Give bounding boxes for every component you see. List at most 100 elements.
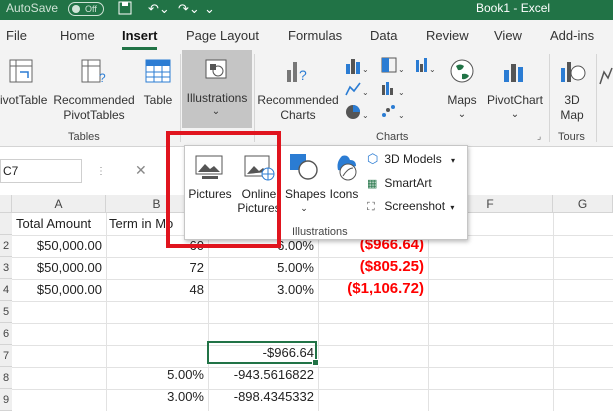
tables-group-label: Tables bbox=[68, 131, 100, 143]
3d-map-icon bbox=[561, 62, 586, 82]
illustrations-group-label: Illustrations bbox=[292, 226, 348, 238]
name-box[interactable]: C7 bbox=[0, 159, 82, 183]
row-header[interactable]: 9 bbox=[0, 389, 12, 411]
redo-icon[interactable]: ↷⌄ bbox=[178, 1, 200, 17]
recommended-pivottables-icon: ? bbox=[81, 59, 106, 85]
cell-d3[interactable]: ($805.25) bbox=[318, 256, 424, 278]
svg-text:⌄: ⌄ bbox=[362, 88, 369, 97]
tab-home[interactable]: Home bbox=[60, 28, 95, 43]
gridline bbox=[428, 213, 429, 411]
table-icon bbox=[145, 59, 171, 83]
maps-chevron-icon: ⌄ bbox=[457, 109, 467, 120]
ribbon-separator bbox=[549, 54, 550, 142]
pie-chart-icon[interactable]: ⌄ bbox=[344, 102, 372, 122]
tab-view[interactable]: View bbox=[494, 28, 522, 43]
autosave-toggle[interactable]: Off bbox=[68, 2, 104, 16]
quick-access-more-icon[interactable]: ⌄ bbox=[204, 1, 215, 17]
dialog-launcher-icon[interactable]: ⌟ bbox=[537, 131, 541, 142]
illustrations-chevron-icon: ⌄ bbox=[211, 106, 221, 117]
svg-text:?: ? bbox=[99, 71, 106, 85]
corner-select-all[interactable] bbox=[0, 195, 12, 213]
cell-a3[interactable]: $50,000.00 bbox=[12, 257, 102, 279]
cell-d4[interactable]: ($1,106.72) bbox=[318, 278, 424, 300]
cell-a4[interactable]: $50,000.00 bbox=[12, 279, 102, 301]
ribbon-separator bbox=[596, 54, 597, 142]
row-header[interactable]: 8 bbox=[0, 367, 12, 389]
statistic-chart-icon[interactable]: ⌄ bbox=[380, 79, 408, 99]
tab-review[interactable]: Review bbox=[426, 28, 469, 43]
smartart-icon: ▦ bbox=[367, 178, 378, 190]
tab-add-ins[interactable]: Add-ins bbox=[550, 28, 594, 43]
shapes-label: Shapes bbox=[285, 187, 326, 201]
pivottable-icon bbox=[9, 59, 33, 83]
cell-c8[interactable]: -943.5616822 bbox=[208, 364, 314, 386]
smartart-button[interactable]: ▦ SmartArt bbox=[367, 176, 432, 191]
tab-insert[interactable]: Insert bbox=[122, 28, 158, 50]
row-header[interactable]: 2 bbox=[0, 235, 12, 257]
table-label: Table bbox=[143, 93, 173, 107]
cell-b4[interactable]: 48 bbox=[106, 279, 204, 301]
column-chart-icon[interactable]: ⌄ bbox=[344, 56, 372, 76]
cell-b8[interactable]: 5.00% bbox=[106, 364, 204, 386]
sparkline-icon[interactable] bbox=[599, 64, 613, 90]
cell-a1[interactable]: Total Amount bbox=[16, 213, 91, 235]
cell-a2[interactable]: $50,000.00 bbox=[12, 235, 102, 257]
name-box-dots-icon: ⋮ bbox=[96, 166, 106, 177]
screenshot-chevron-icon: ▾ bbox=[450, 203, 455, 212]
illustrations-label: Illustrations bbox=[186, 91, 248, 105]
icons-button[interactable]: Icons bbox=[325, 152, 363, 201]
shapes-icon bbox=[290, 154, 318, 180]
illustrations-button[interactable]: Illustrations ⌄ bbox=[182, 50, 252, 128]
column-header-g[interactable]: G bbox=[553, 195, 613, 213]
tab-page-layout[interactable]: Page Layout bbox=[186, 28, 259, 43]
tab-data[interactable]: Data bbox=[370, 28, 397, 43]
cell-c4[interactable]: 3.00% bbox=[208, 279, 314, 301]
ribbon-tabs: File Home Insert Page Layout Formulas Da… bbox=[0, 20, 613, 50]
cell-b3[interactable]: 72 bbox=[106, 257, 204, 279]
3d-map-label-2: Map bbox=[560, 108, 584, 122]
3d-models-label: 3D Models bbox=[384, 152, 442, 166]
recommended-pivottables-label-2: PivotTables bbox=[63, 108, 125, 122]
line-chart-icon[interactable]: ⌄ bbox=[344, 79, 372, 99]
gridline bbox=[553, 213, 554, 411]
cell-c7[interactable]: -$966.64 bbox=[208, 342, 314, 364]
hierarchy-chart-icon[interactable]: ⌄ bbox=[380, 56, 408, 76]
waterfall-chart-icon[interactable]: ⌄ bbox=[414, 56, 438, 76]
tab-file[interactable]: File bbox=[6, 28, 27, 43]
tab-formulas[interactable]: Formulas bbox=[288, 28, 342, 43]
illustrations-icon bbox=[205, 59, 227, 79]
charts-group-label: Charts bbox=[376, 131, 409, 143]
row-header[interactable]: 7 bbox=[0, 345, 12, 367]
shapes-button[interactable]: Shapes ⌄ bbox=[285, 152, 326, 215]
undo-icon[interactable]: ↶⌄ bbox=[148, 1, 170, 17]
document-title: Book1 - Excel bbox=[476, 1, 551, 15]
cell-c9[interactable]: -898.4345332 bbox=[208, 386, 314, 408]
cell-b9[interactable]: 3.00% bbox=[106, 386, 204, 408]
screenshot-button[interactable]: ⛶ Screenshot ▾ bbox=[367, 199, 454, 215]
row-header[interactable]: 3 bbox=[0, 257, 12, 279]
tours-group-label: Tours bbox=[558, 131, 585, 143]
row-header[interactable]: 4 bbox=[0, 279, 12, 301]
cell-c3[interactable]: 5.00% bbox=[208, 257, 314, 279]
3d-models-button[interactable]: ⬡ 3D Models ▾ bbox=[367, 152, 455, 168]
icons-label: Icons bbox=[329, 187, 359, 201]
svg-text:⌄: ⌄ bbox=[398, 65, 405, 74]
pivotchart-chevron-icon: ⌄ bbox=[510, 109, 520, 120]
cancel-formula-icon[interactable]: ✕ bbox=[135, 162, 147, 179]
pivotchart-label: PivotChart bbox=[486, 93, 544, 107]
ribbon-separator bbox=[254, 54, 255, 142]
save-icon[interactable] bbox=[118, 1, 132, 18]
row-header[interactable]: 5 bbox=[0, 301, 12, 323]
smartart-label: SmartArt bbox=[384, 176, 432, 190]
maps-label: Maps bbox=[447, 93, 477, 107]
column-header-a[interactable]: A bbox=[12, 195, 106, 213]
svg-text:⌄: ⌄ bbox=[362, 111, 369, 120]
scatter-chart-icon[interactable]: ⌄ bbox=[380, 102, 408, 122]
title-bar: AutoSave Off ↶⌄ ↷⌄ ⌄ Book1 - Excel bbox=[0, 0, 613, 20]
recommended-charts-label-1: Recommended bbox=[257, 93, 339, 107]
recommended-charts-icon: ? bbox=[287, 62, 307, 83]
shapes-chevron-icon: ⌄ bbox=[300, 203, 308, 213]
cell-b1[interactable]: Term in Mo bbox=[109, 213, 173, 235]
row-header[interactable] bbox=[0, 213, 12, 235]
row-header[interactable]: 6 bbox=[0, 323, 12, 345]
